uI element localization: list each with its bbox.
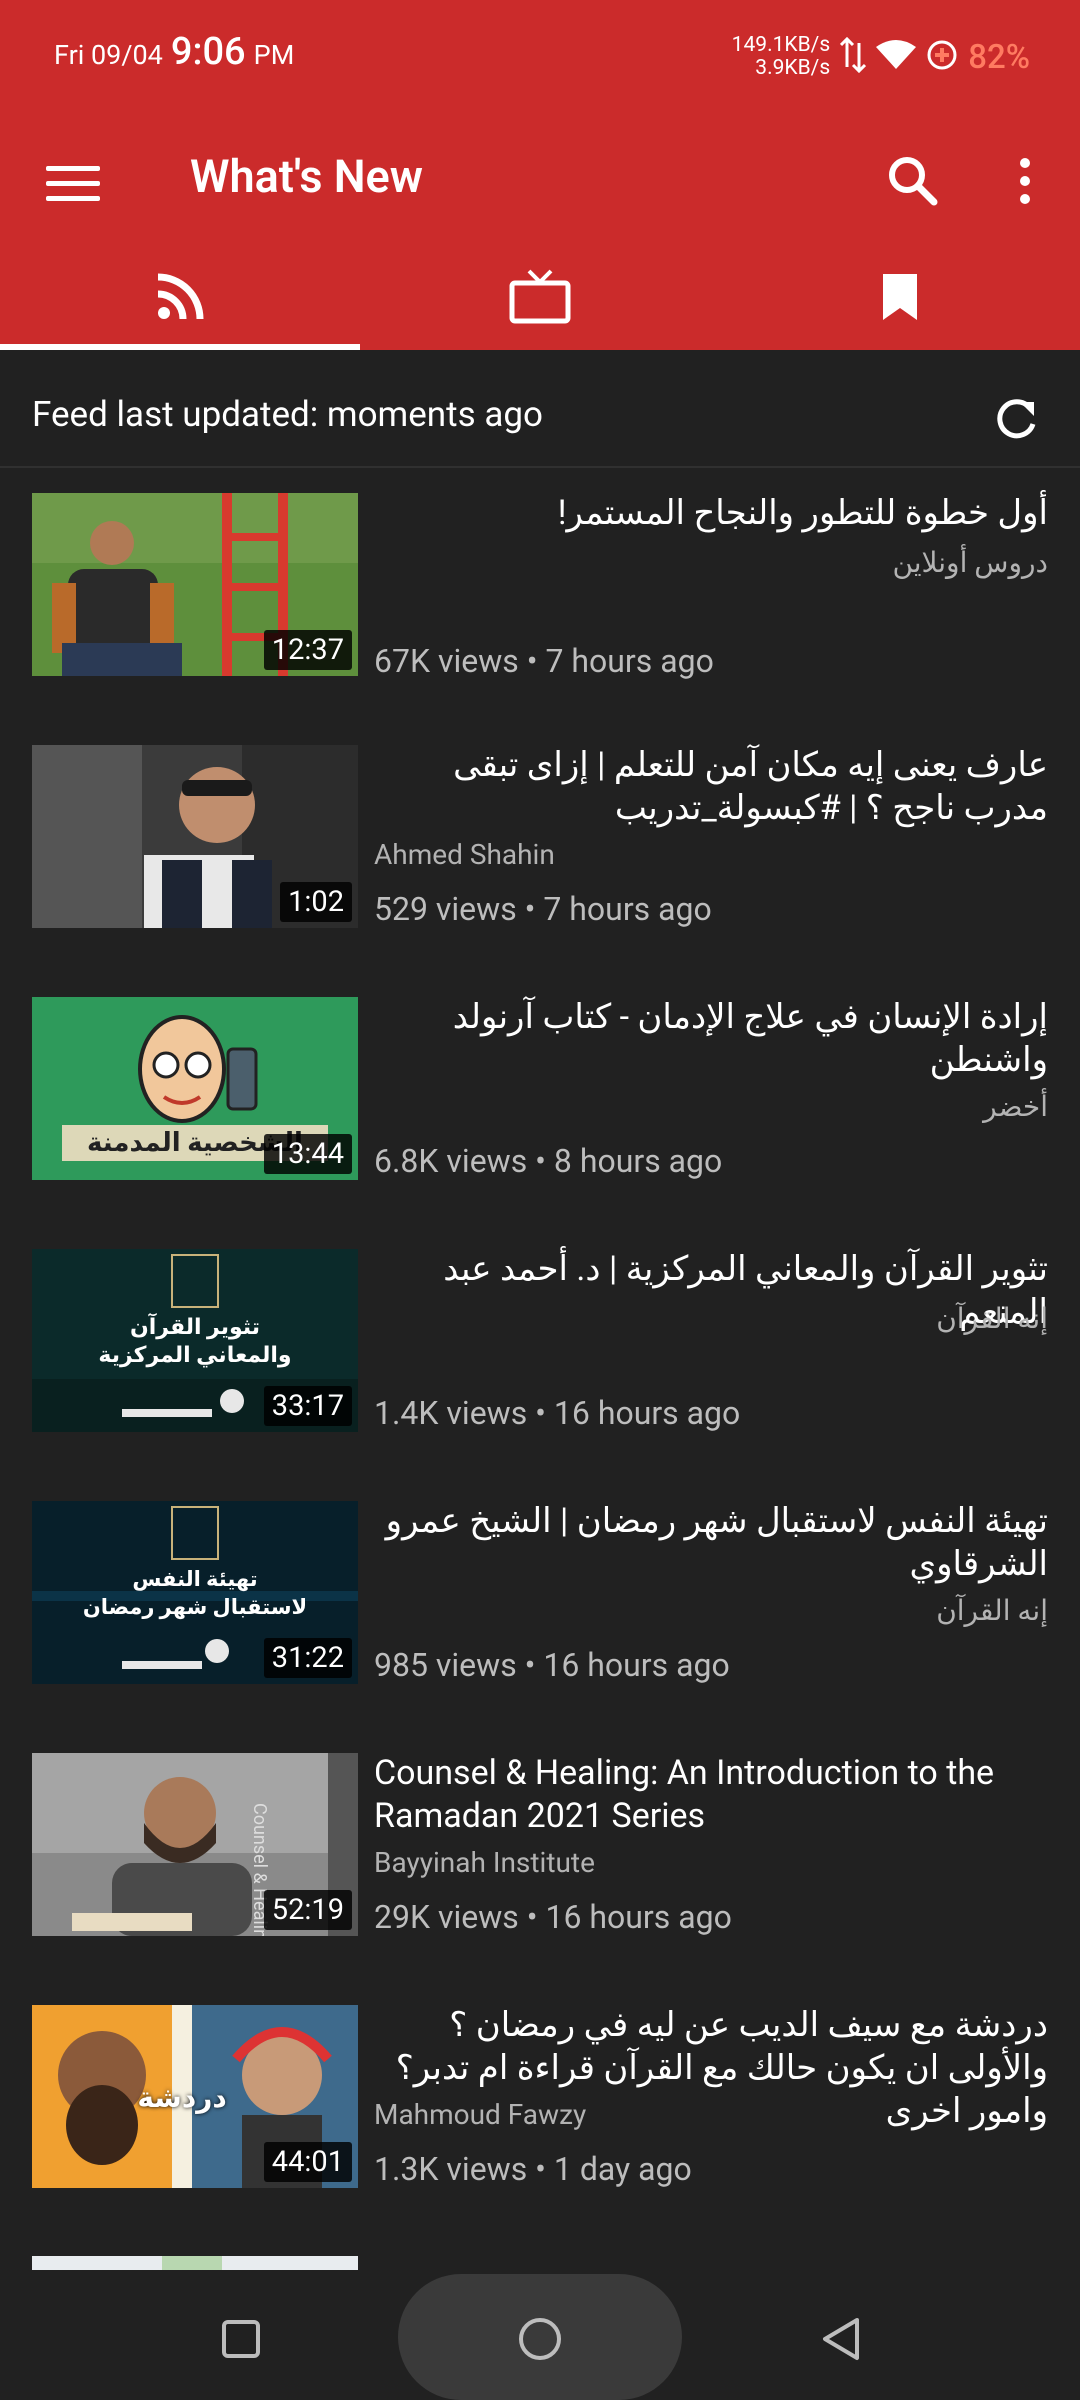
- home-circle-icon: [519, 2318, 561, 2360]
- wifi-icon: [876, 39, 917, 75]
- video-duration: 44:01: [263, 2142, 352, 2182]
- video-item[interactable]: تهيئة النفس لاستقبال شهر رمضان 31:22 تهي…: [0, 1478, 1080, 1730]
- video-thumbnail[interactable]: الشخصية المدمنة 13:44: [32, 997, 358, 1180]
- video-channel: Bayyinah Institute: [374, 1846, 595, 1879]
- video-title: تهيئة النفس لاستقبال شهر رمضان | الشيخ ع…: [385, 1501, 1048, 1584]
- video-meta: 985 views • 16 hours ago: [374, 1646, 730, 1684]
- video-channel: Ahmed Shahin: [374, 838, 555, 871]
- rss-feed-icon: [157, 273, 204, 320]
- video-meta: 6.8K views • 8 hours ago: [374, 1142, 723, 1180]
- video-duration: 31:22: [263, 1638, 352, 1678]
- status-clock: Fri 09/04 9:06 PM: [54, 30, 294, 74]
- home-button[interactable]: [505, 2304, 575, 2374]
- network-speed: 149.1KB/s 3.9KB/s: [732, 34, 831, 80]
- search-button[interactable]: [878, 146, 948, 216]
- menu-button[interactable]: [38, 148, 108, 218]
- video-meta: 29K views • 16 hours ago: [374, 1898, 732, 1936]
- video-thumbnail[interactable]: Counsel & Healing 52:19: [32, 1753, 358, 1936]
- video-item[interactable]: دردشة 44:01 دردشة مع سيف الديب عن ليه في…: [0, 1982, 1080, 2234]
- tab-feed[interactable]: [0, 244, 360, 350]
- video-duration: 33:17: [263, 1386, 352, 1426]
- video-title: أول خطوة للتطور والنجاح المستمر!: [557, 493, 1048, 533]
- feed-last-updated-label: Feed last updated: moments ago: [32, 394, 543, 435]
- video-item[interactable]: تثوير القرآن والمعاني المركزية 33:17 تثو…: [0, 1226, 1080, 1478]
- tab-subscriptions[interactable]: [360, 244, 720, 350]
- menu-icon-bar: [46, 195, 100, 201]
- video-meta: 529 views • 7 hours ago: [374, 890, 712, 928]
- menu-icon-bar: [46, 165, 100, 171]
- thumbnail-caption: والمعاني المركزية: [98, 1343, 292, 1368]
- net-down-speed: 149.1KB/s: [731, 33, 831, 57]
- tv-subscriptions-icon: [509, 269, 571, 324]
- back-button[interactable]: [806, 2304, 876, 2374]
- thumbnail-caption: تهيئة النفس: [132, 1568, 258, 1592]
- more-options-button[interactable]: [1000, 146, 1050, 216]
- recents-button[interactable]: [206, 2304, 276, 2374]
- tab-bar: [0, 244, 1080, 350]
- battery-saver-icon: [926, 39, 958, 75]
- recents-square-icon: [222, 2320, 260, 2358]
- battery-percentage: 82%: [968, 37, 1030, 77]
- video-thumbnail[interactable]: [32, 2256, 358, 2270]
- video-thumbnail[interactable]: تثوير القرآن والمعاني المركزية 33:17: [32, 1249, 358, 1432]
- thumbnail-caption: لاستقبال شهر رمضان: [82, 1596, 308, 1620]
- video-duration: 13:44: [263, 1134, 352, 1174]
- video-thumbnail[interactable]: 12:37: [32, 493, 358, 676]
- refresh-icon: [997, 399, 1036, 439]
- video-duration: 12:37: [263, 630, 352, 670]
- refresh-button[interactable]: [990, 394, 1042, 446]
- tab-bookmarks[interactable]: [720, 244, 1080, 350]
- more-vert-icon: [1020, 158, 1030, 204]
- video-channel: Mahmoud Fawzy: [374, 2098, 587, 2131]
- data-arrows-icon: [840, 36, 867, 77]
- feed-status-bar: Feed last updated: moments ago: [0, 350, 1080, 468]
- video-item[interactable]: Counsel & Healing 52:19 Counsel & Healin…: [0, 1730, 1080, 1982]
- video-channel: أخضر: [983, 1090, 1048, 1123]
- video-channel: إنه القرآن: [936, 1302, 1048, 1335]
- status-time: 9:06: [170, 30, 246, 74]
- video-thumbnail[interactable]: تهيئة النفس لاستقبال شهر رمضان 31:22: [32, 1501, 358, 1684]
- video-thumbnail[interactable]: دردشة 44:01: [32, 2005, 358, 2188]
- video-channel: إنه القرآن: [936, 1594, 1048, 1627]
- video-title: Counsel & Healing: An Introduction to th…: [374, 1753, 995, 1836]
- page-title: What's New: [190, 150, 423, 203]
- video-item[interactable]: 12:37 أول خطوة للتطور والنجاح المستمر! د…: [0, 470, 1080, 722]
- video-thumbnail[interactable]: 1:02: [32, 745, 358, 928]
- status-bar: Fri 09/04 9:06 PM 149.1KB/s 3.9KB/s 82%: [0, 0, 1080, 110]
- video-item[interactable]: الشخصية المدمنة 13:44 إرادة الإنسان في ع…: [0, 974, 1080, 1226]
- video-channel: دروس أونلاين: [892, 546, 1048, 579]
- app-bar: What's New: [0, 110, 1080, 350]
- video-duration: 1:02: [280, 882, 352, 922]
- thumbnail-caption: تثوير القرآن: [129, 1315, 261, 1340]
- video-item[interactable]: 1:02 عارف يعنى إيه مكان آمن للتعلم | إزا…: [0, 722, 1080, 974]
- back-triangle-icon: [823, 2318, 859, 2360]
- video-list: 12:37 أول خطوة للتطور والنجاح المستمر! د…: [0, 470, 1080, 2270]
- net-up-speed: 3.9KB/s: [755, 56, 831, 80]
- video-item-partial[interactable]: [0, 2256, 1080, 2270]
- video-title: عارف يعنى إيه مكان آمن للتعلم | إزاى تبق…: [453, 745, 1048, 828]
- video-title: إرادة الإنسان في علاج الإدمان - كتاب آرن…: [452, 997, 1048, 1080]
- search-icon: [889, 157, 938, 206]
- status-indicators: 149.1KB/s 3.9KB/s 82%: [732, 34, 1030, 80]
- video-meta: 1.4K views • 16 hours ago: [374, 1394, 741, 1432]
- status-ampm: PM: [253, 39, 295, 71]
- video-meta: 1.3K views • 1 day ago: [374, 2150, 692, 2188]
- video-meta: 67K views • 7 hours ago: [374, 642, 714, 680]
- thumbnail-caption: دردشة: [137, 2081, 227, 2114]
- bookmark-icon: [883, 274, 917, 320]
- status-date: Fri 09/04: [54, 39, 163, 71]
- menu-icon-bar: [46, 180, 100, 186]
- video-duration: 52:19: [263, 1890, 352, 1930]
